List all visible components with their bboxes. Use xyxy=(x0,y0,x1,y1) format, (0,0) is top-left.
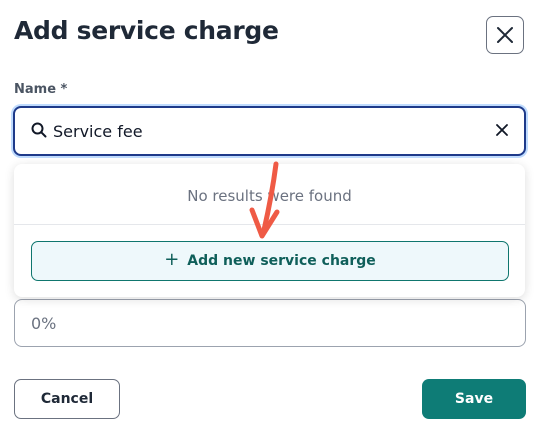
add-new-label: Add new service charge xyxy=(187,253,376,269)
search-icon xyxy=(31,122,47,138)
add-new-service-charge-button[interactable]: + Add new service charge xyxy=(31,241,509,281)
clear-icon[interactable] xyxy=(494,122,510,138)
cancel-button[interactable]: Cancel xyxy=(14,379,120,419)
name-input[interactable] xyxy=(53,115,473,147)
plus-icon: + xyxy=(164,249,180,270)
dropdown-divider xyxy=(14,224,525,225)
dialog-title: Add service charge xyxy=(14,16,279,45)
name-field-label: Name * xyxy=(14,82,68,97)
close-button[interactable] xyxy=(486,16,524,54)
name-search-field[interactable] xyxy=(13,106,526,156)
close-icon xyxy=(497,27,513,43)
search-results-dropdown: No results were found + Add new service … xyxy=(14,164,525,297)
percentage-input[interactable] xyxy=(14,299,526,347)
no-results-message: No results were found xyxy=(187,187,352,205)
save-button[interactable]: Save xyxy=(422,379,526,419)
